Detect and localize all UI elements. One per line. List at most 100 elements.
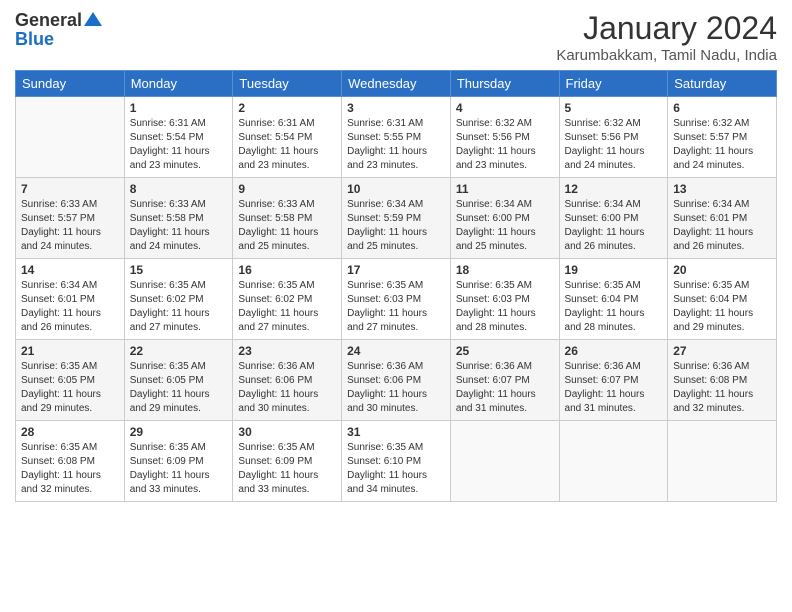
calendar-cell: 31Sunrise: 6:35 AMSunset: 6:10 PMDayligh… [342, 421, 451, 502]
calendar-cell: 30 Sunrise: 6:35 AMSunset: 6:09 PMDayligh… [233, 421, 342, 502]
day-info: Sunrise: 6:35 AMSunset: 6:03 PMDaylight:… [347, 279, 445, 335]
day-info: Sunrise: 6:32 AMSunset: 5:57 PMDaylight:… [673, 117, 771, 173]
day-number: 21 [21, 344, 119, 358]
header: General Blue January 2024 Karumbakkam, T… [15, 10, 777, 64]
day-number: 30 [238, 425, 336, 439]
logo-general: General [15, 10, 82, 31]
subtitle: Karumbakkam, Tamil Nadu, India [556, 47, 777, 64]
day-number: 20 [673, 263, 771, 277]
day-info: Sunrise: 6:34 AMSunset: 6:01 PMDaylight:… [673, 198, 771, 254]
calendar-cell: 17 Sunrise: 6:35 AMSunset: 6:03 PMDayligh… [342, 259, 451, 340]
day-number: 14 [21, 263, 119, 277]
calendar-cell: 11 Sunrise: 6:34 AMSunset: 6:00 PMDayligh… [450, 178, 559, 259]
calendar-cell: 7 Sunrise: 6:33 AMSunset: 5:57 PMDaylight… [16, 178, 125, 259]
day-info: Sunrise: 6:36 AMSunset: 6:07 PMDaylight:… [456, 360, 554, 416]
calendar-cell: 21 Sunrise: 6:35 AMSunset: 6:05 PMDayligh… [16, 340, 125, 421]
day-info: Sunrise: 6:35 AMSunset: 6:05 PMDaylight:… [21, 360, 119, 416]
calendar-cell: 19Sunrise: 6:35 AMSunset: 6:04 PMDayligh… [559, 259, 668, 340]
day-number: 12 [565, 182, 663, 196]
day-info: Sunrise: 6:34 AMSunset: 6:00 PMDaylight:… [565, 198, 663, 254]
day-info: Sunrise: 6:35 AMSunset: 6:05 PMDaylight:… [130, 360, 228, 416]
calendar-cell: 27 Sunrise: 6:36 AMSunset: 6:08 PMDayligh… [668, 340, 777, 421]
day-info: Sunrise: 6:31 AMSunset: 5:54 PMDaylight:… [130, 117, 228, 173]
calendar-header-row: SundayMondayTuesdayWednesdayThursdayFrid… [16, 71, 777, 97]
day-info: Sunrise: 6:33 AMSunset: 5:57 PMDaylight:… [21, 198, 119, 254]
day-info: Sunrise: 6:35 AMSunset: 6:09 PMDaylight:… [238, 441, 336, 497]
calendar-cell: 23 Sunrise: 6:36 AMSunset: 6:06 PMDayligh… [233, 340, 342, 421]
calendar-cell: 29 Sunrise: 6:35 AMSunset: 6:09 PMDayligh… [124, 421, 233, 502]
calendar-cell: 4 Sunrise: 6:32 AMSunset: 5:56 PMDaylight… [450, 97, 559, 178]
calendar-cell [16, 97, 125, 178]
calendar-cell: 22 Sunrise: 6:35 AMSunset: 6:05 PMDayligh… [124, 340, 233, 421]
calendar-cell [668, 421, 777, 502]
day-number: 9 [238, 182, 336, 196]
day-info: Sunrise: 6:35 AMSunset: 6:02 PMDaylight:… [238, 279, 336, 335]
calendar-cell: 20 Sunrise: 6:35 AMSunset: 6:04 PMDayligh… [668, 259, 777, 340]
calendar-cell: 14 Sunrise: 6:34 AMSunset: 6:01 PMDayligh… [16, 259, 125, 340]
day-number: 6 [673, 101, 771, 115]
day-number: 29 [130, 425, 228, 439]
calendar-table: SundayMondayTuesdayWednesdayThursdayFrid… [15, 70, 777, 502]
logo-blue-text: Blue [15, 29, 54, 50]
logo-text: General [15, 10, 102, 31]
calendar-header-saturday: Saturday [668, 71, 777, 97]
day-info: Sunrise: 6:36 AMSunset: 6:08 PMDaylight:… [673, 360, 771, 416]
day-info: Sunrise: 6:34 AMSunset: 6:01 PMDaylight:… [21, 279, 119, 335]
calendar-cell: 1 Sunrise: 6:31 AMSunset: 5:54 PMDaylight… [124, 97, 233, 178]
day-info: Sunrise: 6:32 AMSunset: 5:56 PMDaylight:… [456, 117, 554, 173]
calendar-header-sunday: Sunday [16, 71, 125, 97]
day-info: Sunrise: 6:35 AMSunset: 6:09 PMDaylight:… [130, 441, 228, 497]
day-info: Sunrise: 6:35 AMSunset: 6:10 PMDaylight:… [347, 441, 445, 497]
day-info: Sunrise: 6:34 AMSunset: 6:00 PMDaylight:… [456, 198, 554, 254]
calendar-cell: 8Sunrise: 6:33 AMSunset: 5:58 PMDaylight… [124, 178, 233, 259]
day-info: Sunrise: 6:36 AMSunset: 6:06 PMDaylight:… [347, 360, 445, 416]
day-number: 11 [456, 182, 554, 196]
calendar-week-row: 14 Sunrise: 6:34 AMSunset: 6:01 PMDayligh… [16, 259, 777, 340]
day-info: Sunrise: 6:36 AMSunset: 6:07 PMDaylight:… [565, 360, 663, 416]
day-number: 27 [673, 344, 771, 358]
day-number: 7 [21, 182, 119, 196]
calendar-cell: 28Sunrise: 6:35 AMSunset: 6:08 PMDayligh… [16, 421, 125, 502]
calendar-cell: 24 Sunrise: 6:36 AMSunset: 6:06 PMDayligh… [342, 340, 451, 421]
day-info: Sunrise: 6:33 AMSunset: 5:58 PMDaylight:… [130, 198, 228, 254]
calendar-header-friday: Friday [559, 71, 668, 97]
calendar-cell: 2Sunrise: 6:31 AMSunset: 5:54 PMDaylight… [233, 97, 342, 178]
calendar-week-row: 28Sunrise: 6:35 AMSunset: 6:08 PMDayligh… [16, 421, 777, 502]
day-number: 17 [347, 263, 445, 277]
calendar-week-row: 1 Sunrise: 6:31 AMSunset: 5:54 PMDaylight… [16, 97, 777, 178]
day-number: 15 [130, 263, 228, 277]
day-info: Sunrise: 6:34 AMSunset: 5:59 PMDaylight:… [347, 198, 445, 254]
logo-triangle-icon [84, 12, 102, 26]
day-info: Sunrise: 6:31 AMSunset: 5:54 PMDaylight:… [238, 117, 336, 173]
title-section: January 2024 Karumbakkam, Tamil Nadu, In… [556, 10, 777, 64]
day-number: 1 [130, 101, 228, 115]
day-number: 16 [238, 263, 336, 277]
calendar-cell: 10Sunrise: 6:34 AMSunset: 5:59 PMDayligh… [342, 178, 451, 259]
calendar-cell: 12 Sunrise: 6:34 AMSunset: 6:00 PMDayligh… [559, 178, 668, 259]
day-number: 5 [565, 101, 663, 115]
calendar-cell: 3Sunrise: 6:31 AMSunset: 5:55 PMDaylight… [342, 97, 451, 178]
calendar-header-monday: Monday [124, 71, 233, 97]
day-number: 24 [347, 344, 445, 358]
day-number: 22 [130, 344, 228, 358]
day-info: Sunrise: 6:31 AMSunset: 5:55 PMDaylight:… [347, 117, 445, 173]
calendar-cell [559, 421, 668, 502]
day-info: Sunrise: 6:36 AMSunset: 6:06 PMDaylight:… [238, 360, 336, 416]
day-info: Sunrise: 6:35 AMSunset: 6:02 PMDaylight:… [130, 279, 228, 335]
day-info: Sunrise: 6:35 AMSunset: 6:03 PMDaylight:… [456, 279, 554, 335]
day-number: 26 [565, 344, 663, 358]
day-number: 19 [565, 263, 663, 277]
calendar-cell: 18Sunrise: 6:35 AMSunset: 6:03 PMDayligh… [450, 259, 559, 340]
calendar-header-thursday: Thursday [450, 71, 559, 97]
calendar-cell [450, 421, 559, 502]
calendar-header-tuesday: Tuesday [233, 71, 342, 97]
calendar-week-row: 21 Sunrise: 6:35 AMSunset: 6:05 PMDayligh… [16, 340, 777, 421]
day-number: 4 [456, 101, 554, 115]
day-info: Sunrise: 6:35 AMSunset: 6:04 PMDaylight:… [673, 279, 771, 335]
page: General Blue January 2024 Karumbakkam, T… [0, 0, 792, 612]
day-info: Sunrise: 6:33 AMSunset: 5:58 PMDaylight:… [238, 198, 336, 254]
day-info: Sunrise: 6:32 AMSunset: 5:56 PMDaylight:… [565, 117, 663, 173]
day-number: 23 [238, 344, 336, 358]
calendar-cell: 26 Sunrise: 6:36 AMSunset: 6:07 PMDayligh… [559, 340, 668, 421]
main-title: January 2024 [556, 10, 777, 47]
